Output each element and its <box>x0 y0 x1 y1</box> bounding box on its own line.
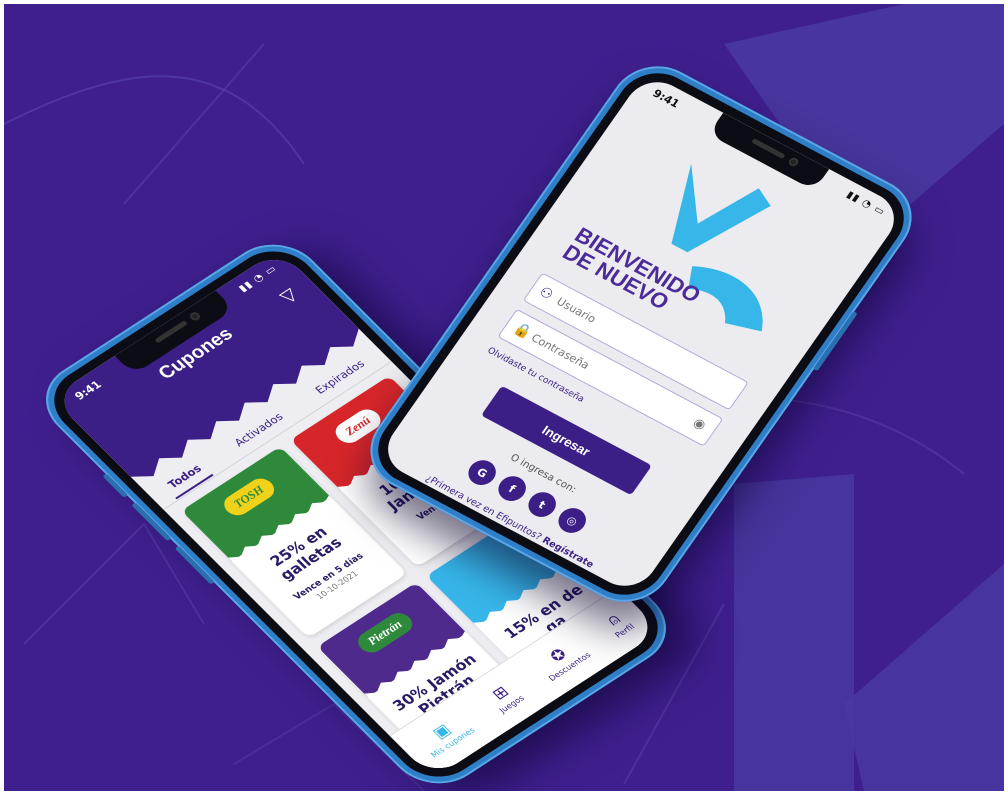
nav-descuentos[interactable]: ✪ Descuentos <box>533 637 592 682</box>
nav-juegos[interactable]: ⊞ Juegos <box>483 680 525 715</box>
user-icon: ⍝ <box>602 609 624 629</box>
status-time: 9:41 <box>71 378 105 403</box>
status-time: 9:41 <box>650 86 682 111</box>
brand-logo: Pietrán <box>352 609 418 657</box>
mockup-canvas: 9:41 ▮▮ ◔ ▭ Cupones ▽ Todos Activados Ex… <box>4 4 1004 791</box>
twitter-icon[interactable]: t <box>523 487 562 522</box>
facebook-icon[interactable]: f <box>493 471 532 506</box>
eye-icon[interactable]: ◉ <box>690 416 709 434</box>
nav-mis-cupones[interactable]: ▣ Mis cupones <box>415 712 477 759</box>
google-icon[interactable]: G <box>463 455 502 490</box>
instagram-icon[interactable]: ◎ <box>553 503 592 538</box>
nav-perfil[interactable]: ⍝ Perfil <box>599 608 636 640</box>
brand-logo: TOSH <box>219 474 280 520</box>
